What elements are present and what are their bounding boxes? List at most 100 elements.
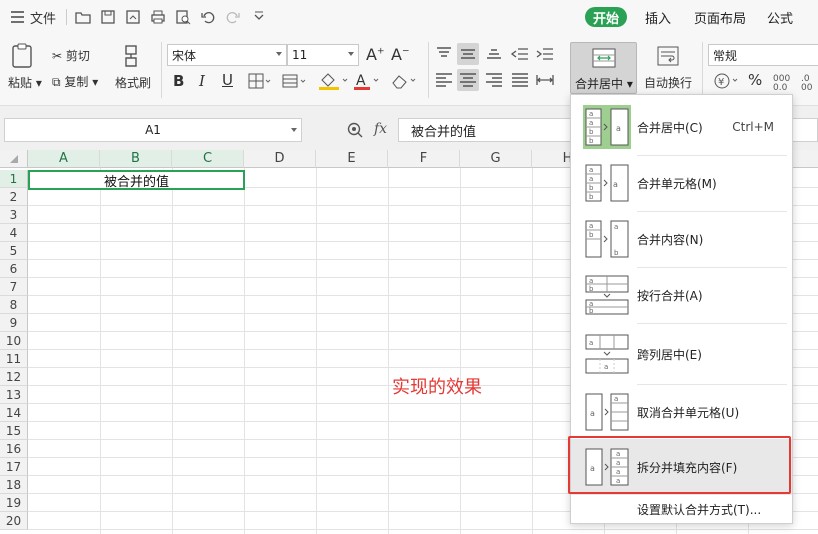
menu-item-label: 设置默认合并方式(T)...: [637, 502, 762, 517]
chevron-down-icon: [348, 52, 354, 56]
row-header[interactable]: 6: [0, 260, 28, 278]
menu-item-merge-cells[interactable]: aabb a 合并单元格(M): [571, 155, 792, 211]
eraser-icon[interactable]: [389, 71, 419, 91]
top-menu-bar: 文件 开始 插入 页面布局 公式: [0, 0, 818, 34]
customize-dropdown-icon[interactable]: [250, 8, 268, 26]
row-header[interactable]: 20: [0, 512, 28, 530]
align-bottom-icon[interactable]: [484, 45, 504, 63]
open-folder-icon[interactable]: [74, 8, 92, 26]
row-header[interactable]: 15: [0, 422, 28, 440]
wrap-text-button[interactable]: 自动换行: [644, 74, 692, 91]
zoom-search-icon[interactable]: [346, 121, 364, 139]
row-header[interactable]: 8: [0, 296, 28, 314]
tab-page-layout[interactable]: 页面布局: [686, 7, 754, 27]
row-header[interactable]: 1: [0, 170, 28, 188]
increase-decimal-icon[interactable]: .000: [800, 71, 818, 91]
column-header[interactable]: F: [388, 150, 460, 168]
align-top-icon[interactable]: [434, 45, 454, 63]
column-header[interactable]: E: [316, 150, 388, 168]
row-header[interactable]: 13: [0, 386, 28, 404]
increase-font-icon[interactable]: A+: [366, 45, 385, 64]
undo-icon[interactable]: [199, 8, 217, 26]
increase-indent-icon[interactable]: [535, 45, 555, 63]
chevron-down-icon[interactable]: [291, 128, 297, 132]
align-left-icon[interactable]: [434, 71, 454, 89]
save-icon[interactable]: [99, 8, 117, 26]
row-header[interactable]: 2: [0, 188, 28, 206]
format-painter-button[interactable]: 格式刷: [115, 74, 151, 91]
decrease-indent-icon[interactable]: [510, 45, 530, 63]
row-header[interactable]: 16: [0, 440, 28, 458]
menu-item-merge-by-row[interactable]: ab ab 按行合并(A): [571, 267, 792, 323]
tab-formulas[interactable]: 公式: [759, 7, 801, 27]
comma-style-icon[interactable]: 0000.0: [772, 71, 802, 91]
underline-icon[interactable]: U: [222, 71, 233, 89]
name-box[interactable]: A1: [4, 118, 302, 142]
menu-item-unmerge[interactable]: a a 取消合并单元格(U): [571, 384, 792, 440]
grid-line: [28, 529, 818, 530]
row-header[interactable]: 17: [0, 458, 28, 476]
bold-icon[interactable]: B: [173, 72, 184, 90]
distribute-icon[interactable]: [535, 71, 555, 89]
export-icon[interactable]: [124, 8, 142, 26]
column-header[interactable]: B: [100, 150, 172, 168]
row-header[interactable]: 18: [0, 476, 28, 494]
row-header[interactable]: 14: [0, 404, 28, 422]
svg-text:00: 00: [801, 83, 813, 91]
row-header[interactable]: 5: [0, 242, 28, 260]
menu-item-merge-content[interactable]: ab ab 合并内容(N): [571, 211, 792, 267]
decrease-font-icon[interactable]: A−: [391, 45, 410, 64]
paste-icon[interactable]: [10, 42, 36, 70]
currency-icon[interactable]: ¥: [712, 71, 742, 91]
menu-item-merge-center[interactable]: aabb a 合并居中(C) Ctrl+M: [571, 99, 792, 155]
row-header[interactable]: 4: [0, 224, 28, 242]
font-color-icon[interactable]: A: [352, 71, 382, 91]
align-center-icon[interactable]: [457, 69, 479, 91]
row-header[interactable]: 19: [0, 494, 28, 512]
merged-cell-a1-c1[interactable]: 被合并的值: [28, 170, 245, 190]
row-header[interactable]: 7: [0, 278, 28, 296]
column-header[interactable]: A: [28, 150, 100, 168]
svg-text:b: b: [589, 231, 594, 239]
row-header[interactable]: 12: [0, 368, 28, 386]
row-header[interactable]: 9: [0, 314, 28, 332]
print-icon[interactable]: [149, 8, 167, 26]
row-header[interactable]: 10: [0, 332, 28, 350]
row-header[interactable]: 11: [0, 350, 28, 368]
copy-button[interactable]: ⧉ 复制 ▾: [52, 73, 98, 90]
menu-item-center-across[interactable]: a a 跨列居中(E): [571, 326, 792, 382]
select-all-corner[interactable]: [0, 150, 28, 168]
wrap-text-icon[interactable]: [655, 44, 681, 68]
redo-icon[interactable]: [224, 8, 242, 26]
italic-icon[interactable]: I: [199, 72, 205, 90]
divider: [702, 42, 703, 98]
tab-home[interactable]: 开始: [585, 7, 628, 27]
column-header[interactable]: D: [244, 150, 316, 168]
menu-item-label: 取消合并单元格(U): [637, 405, 740, 420]
font-name-select[interactable]: 宋体: [167, 44, 287, 66]
number-format-value: 常规: [713, 48, 738, 63]
file-menu[interactable]: 文件: [10, 6, 56, 28]
divider: [161, 42, 162, 98]
fill-color-icon[interactable]: [317, 71, 351, 91]
column-header[interactable]: G: [460, 150, 532, 168]
print-preview-icon[interactable]: [174, 8, 192, 26]
align-right-icon[interactable]: [484, 71, 504, 89]
borders-icon[interactable]: [247, 72, 273, 90]
align-middle-icon[interactable]: [457, 43, 479, 65]
justify-icon[interactable]: [510, 71, 530, 89]
percent-icon[interactable]: %: [748, 71, 762, 89]
tab-insert[interactable]: 插入: [637, 7, 679, 27]
cell-style-icon[interactable]: [281, 72, 309, 90]
svg-text:a: a: [589, 339, 593, 347]
column-header[interactable]: C: [172, 150, 244, 168]
number-format-select[interactable]: 常规: [708, 44, 818, 66]
format-painter-icon[interactable]: [120, 43, 144, 69]
row-header[interactable]: 3: [0, 206, 28, 224]
menu-item-set-default[interactable]: 设置默认合并方式(T)...: [571, 493, 792, 525]
merge-center-button[interactable]: 合并居中 ▾: [570, 42, 637, 94]
font-size-select[interactable]: 11: [287, 44, 359, 66]
insert-function-button[interactable]: fx: [374, 121, 387, 137]
paste-button[interactable]: 粘贴 ▾: [8, 74, 42, 91]
cut-button[interactable]: ✂ 剪切: [52, 47, 90, 64]
